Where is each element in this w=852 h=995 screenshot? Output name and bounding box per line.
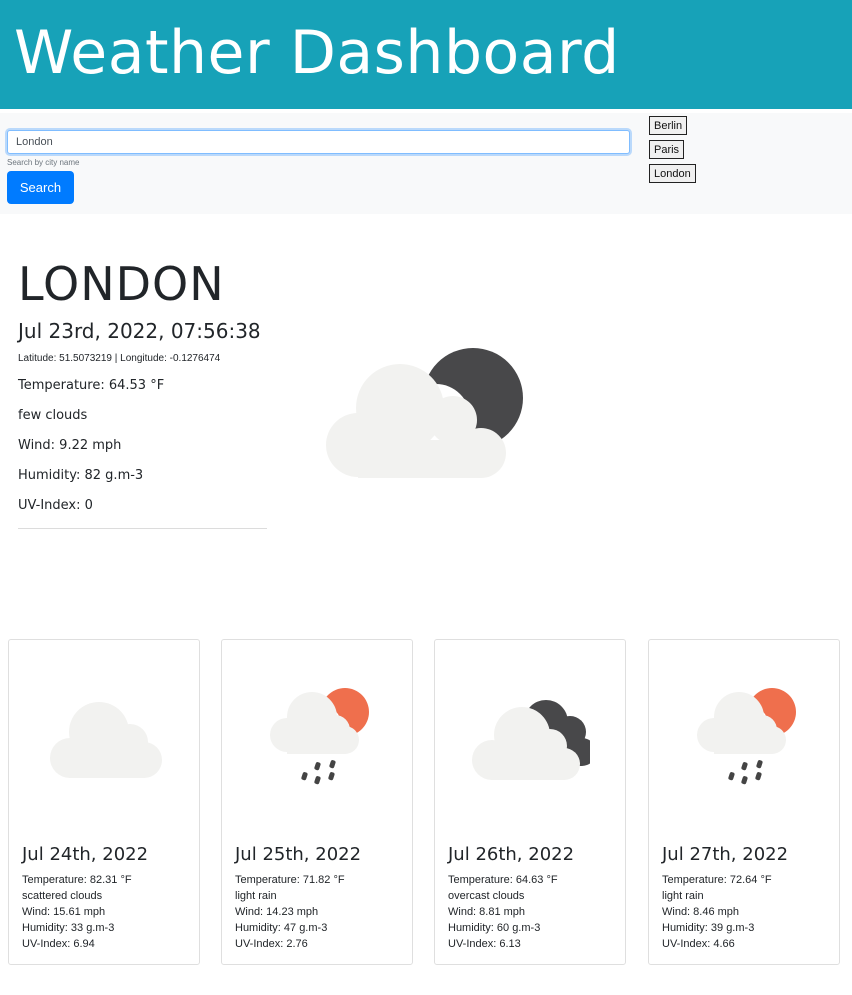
forecast-wind: Wind: 14.23 mph xyxy=(235,906,319,918)
forecast-wind: Wind: 15.61 mph xyxy=(22,906,106,918)
forecast-date: Jul 27th, 2022 xyxy=(662,844,789,865)
forecast-date: Jul 26th, 2022 xyxy=(448,844,575,865)
current-datetime: Jul 23rd, 2022, 07:56:38 xyxy=(18,319,261,343)
forecast-description: scattered clouds xyxy=(22,890,103,902)
history-button-berlin[interactable]: Berlin xyxy=(649,116,688,135)
forecast-uv-index: UV-Index: 6.94 xyxy=(22,938,95,950)
forecast-wind: Wind: 8.46 mph xyxy=(662,906,740,918)
history-button-paris[interactable]: Paris xyxy=(649,140,685,159)
forecast-card-body: Jul 26th, 2022 Temperature: 64.63 °F ove… xyxy=(448,843,574,952)
forecast-temperature: Temperature: 71.82 °F xyxy=(235,874,345,886)
forecast-date: Jul 24th, 2022 xyxy=(22,844,149,865)
forecast-description: light rain xyxy=(662,890,704,902)
forecast-uv-index: UV-Index: 6.13 xyxy=(448,938,521,950)
forecast-card-body: Jul 24th, 2022 Temperature: 82.31 °F sca… xyxy=(22,843,148,952)
current-weather: LONDON Jul 23rd, 2022, 07:56:38 Latitude… xyxy=(18,255,267,529)
current-humidity: Humidity: 82 g.m-3 xyxy=(18,468,144,483)
app-header: Weather Dashboard xyxy=(0,0,852,109)
forecast-humidity: Humidity: 39 g.m-3 xyxy=(662,922,755,934)
current-uv-index: UV-Index: 0 xyxy=(18,498,93,513)
light-rain-sun-icon xyxy=(697,688,796,785)
forecast-wind: Wind: 8.81 mph xyxy=(448,906,526,918)
few-clouds-night-icon xyxy=(326,348,523,478)
current-description: few clouds xyxy=(18,408,88,423)
forecast-card: Jul 27th, 2022 Temperature: 72.64 °F lig… xyxy=(648,639,840,965)
search-help-text: Search by city name xyxy=(7,158,80,167)
forecast-card-body: Jul 25th, 2022 Temperature: 71.82 °F lig… xyxy=(235,843,361,952)
forecast-humidity: Humidity: 47 g.m-3 xyxy=(235,922,328,934)
divider xyxy=(18,528,267,529)
search-input[interactable] xyxy=(7,130,630,154)
forecast-temperature: Temperature: 64.63 °F xyxy=(448,874,558,886)
forecast-description: overcast clouds xyxy=(448,890,525,902)
page-title: Weather Dashboard xyxy=(14,18,620,88)
forecast-temperature: Temperature: 72.64 °F xyxy=(662,874,772,886)
forecast-uv-index: UV-Index: 4.66 xyxy=(662,938,735,950)
overcast-clouds-icon xyxy=(472,700,590,780)
forecast-description: light rain xyxy=(235,890,277,902)
city-name: LONDON xyxy=(18,257,225,311)
forecast-card-body: Jul 27th, 2022 Temperature: 72.64 °F lig… xyxy=(662,843,788,952)
forecast-uv-index: UV-Index: 2.76 xyxy=(235,938,308,950)
latitude: Latitude: 51.5073219 xyxy=(18,353,112,364)
light-rain-sun-icon xyxy=(270,688,369,785)
forecast-card: Jul 24th, 2022 Temperature: 82.31 °F sca… xyxy=(8,639,200,965)
current-wind: Wind: 9.22 mph xyxy=(18,438,122,453)
forecast-temperature: Temperature: 82.31 °F xyxy=(22,874,132,886)
forecast-humidity: Humidity: 33 g.m-3 xyxy=(22,922,115,934)
search-history: Berlin Paris London xyxy=(649,116,696,188)
current-temperature: Temperature: 64.53 °F xyxy=(18,378,165,393)
forecast-card: Jul 25th, 2022 Temperature: 71.82 °F lig… xyxy=(221,639,413,965)
history-button-london[interactable]: London xyxy=(649,164,696,183)
coordinates: Latitude: 51.5073219 | Longitude: -0.127… xyxy=(18,353,267,364)
coordinate-separator: | xyxy=(114,353,118,364)
forecast-date: Jul 25th, 2022 xyxy=(235,844,362,865)
search-panel: Search by city name Search Berlin Paris … xyxy=(0,113,852,214)
longitude: Longitude: -0.1276474 xyxy=(120,353,221,364)
search-button[interactable]: Search xyxy=(7,171,74,204)
forecast-card: Jul 26th, 2022 Temperature: 64.63 °F ove… xyxy=(434,639,626,965)
scattered-clouds-icon xyxy=(50,702,162,778)
forecast-humidity: Humidity: 60 g.m-3 xyxy=(448,922,541,934)
